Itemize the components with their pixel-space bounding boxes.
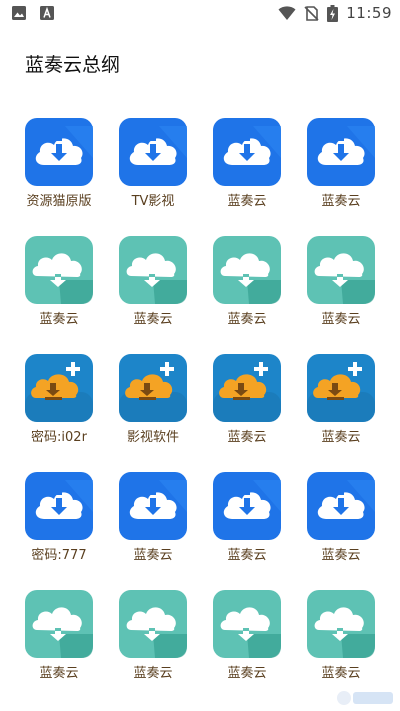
- app-label: 蓝奏云: [133, 548, 173, 563]
- status-bar: 11:59: [0, 0, 400, 28]
- app-label: 蓝奏云: [39, 312, 79, 327]
- app-label: TV影视: [131, 194, 175, 209]
- app-item[interactable]: 蓝奏云: [200, 468, 294, 586]
- app-label: 资源猫原版: [26, 194, 92, 209]
- app-label: 蓝奏云: [321, 194, 361, 209]
- app-label: 蓝奏云: [227, 430, 267, 445]
- app-label: 蓝奏云: [321, 312, 361, 327]
- app-item[interactable]: 影视软件: [106, 350, 200, 468]
- app-label: 蓝奏云: [39, 666, 79, 681]
- app-item[interactable]: 蓝奏云: [12, 586, 106, 704]
- app-label: 蓝奏云: [321, 666, 361, 681]
- orange-cloud-download-plus-icon: [119, 354, 187, 422]
- app-label: 蓝奏云: [321, 430, 361, 445]
- app-label: 密码:777: [31, 548, 87, 563]
- app-label: 密码:i02r: [31, 430, 87, 445]
- app-item[interactable]: TV影视: [106, 114, 200, 232]
- blue-cloud-download-icon: [25, 472, 93, 540]
- orange-cloud-download-plus-icon: [213, 354, 281, 422]
- app-item[interactable]: 蓝奏云: [294, 350, 388, 468]
- orange-cloud-download-plus-icon: [307, 354, 375, 422]
- app-item[interactable]: 密码:i02r: [12, 350, 106, 468]
- app-item[interactable]: 密码:777: [12, 468, 106, 586]
- watermark-logo: [337, 691, 393, 705]
- blue-cloud-download-icon: [119, 472, 187, 540]
- app-item[interactable]: 蓝奏云: [106, 586, 200, 704]
- blue-cloud-download-icon: [307, 118, 375, 186]
- app-item[interactable]: 蓝奏云: [200, 232, 294, 350]
- app-label: 蓝奏云: [227, 194, 267, 209]
- teal-cloud-download-icon: [307, 236, 375, 304]
- app-label: 蓝奏云: [227, 548, 267, 563]
- app-label: 蓝奏云: [133, 312, 173, 327]
- teal-cloud-download-icon: [25, 236, 93, 304]
- app-item[interactable]: 蓝奏云: [200, 114, 294, 232]
- blue-cloud-download-icon: [119, 118, 187, 186]
- blue-cloud-download-icon: [307, 472, 375, 540]
- teal-cloud-download-icon: [307, 590, 375, 658]
- page-title: 蓝奏云总纲: [25, 54, 121, 76]
- app-item[interactable]: 蓝奏云: [106, 468, 200, 586]
- teal-cloud-download-icon: [119, 236, 187, 304]
- image-notification-icon: [12, 6, 26, 20]
- app-item[interactable]: 蓝奏云: [294, 114, 388, 232]
- app-item[interactable]: 蓝奏云: [294, 468, 388, 586]
- teal-cloud-download-icon: [213, 590, 281, 658]
- text-notification-icon: [40, 6, 54, 20]
- orange-cloud-download-plus-icon: [25, 354, 93, 422]
- app-label: 蓝奏云: [227, 666, 267, 681]
- teal-cloud-download-icon: [119, 590, 187, 658]
- no-sim-icon: [304, 5, 319, 21]
- app-item[interactable]: 蓝奏云: [12, 232, 106, 350]
- app-item[interactable]: 蓝奏云: [294, 232, 388, 350]
- notification-icons: [12, 6, 54, 20]
- app-label: 影视软件: [126, 430, 179, 445]
- wifi-icon: [278, 5, 296, 20]
- teal-cloud-download-icon: [213, 236, 281, 304]
- app-item[interactable]: 蓝奏云: [294, 586, 388, 704]
- teal-cloud-download-icon: [25, 590, 93, 658]
- app-item[interactable]: 蓝奏云: [200, 350, 294, 468]
- app-item[interactable]: 资源猫原版: [12, 114, 106, 232]
- app-item[interactable]: 蓝奏云: [200, 586, 294, 704]
- blue-cloud-download-icon: [213, 118, 281, 186]
- battery-charging-icon: [327, 4, 339, 22]
- app-grid: 资源猫原版 TV影视 蓝奏云 蓝奏云 蓝奏云 蓝奏云 蓝奏云 蓝奏云 密码:i02r 影视软件 蓝奏…: [12, 114, 388, 704]
- blue-cloud-download-icon: [25, 118, 93, 186]
- app-label: 蓝奏云: [227, 312, 267, 327]
- blue-cloud-download-icon: [213, 472, 281, 540]
- app-label: 蓝奏云: [321, 548, 361, 563]
- app-item[interactable]: 蓝奏云: [106, 232, 200, 350]
- status-time: 11:59: [346, 4, 392, 22]
- app-label: 蓝奏云: [133, 666, 173, 681]
